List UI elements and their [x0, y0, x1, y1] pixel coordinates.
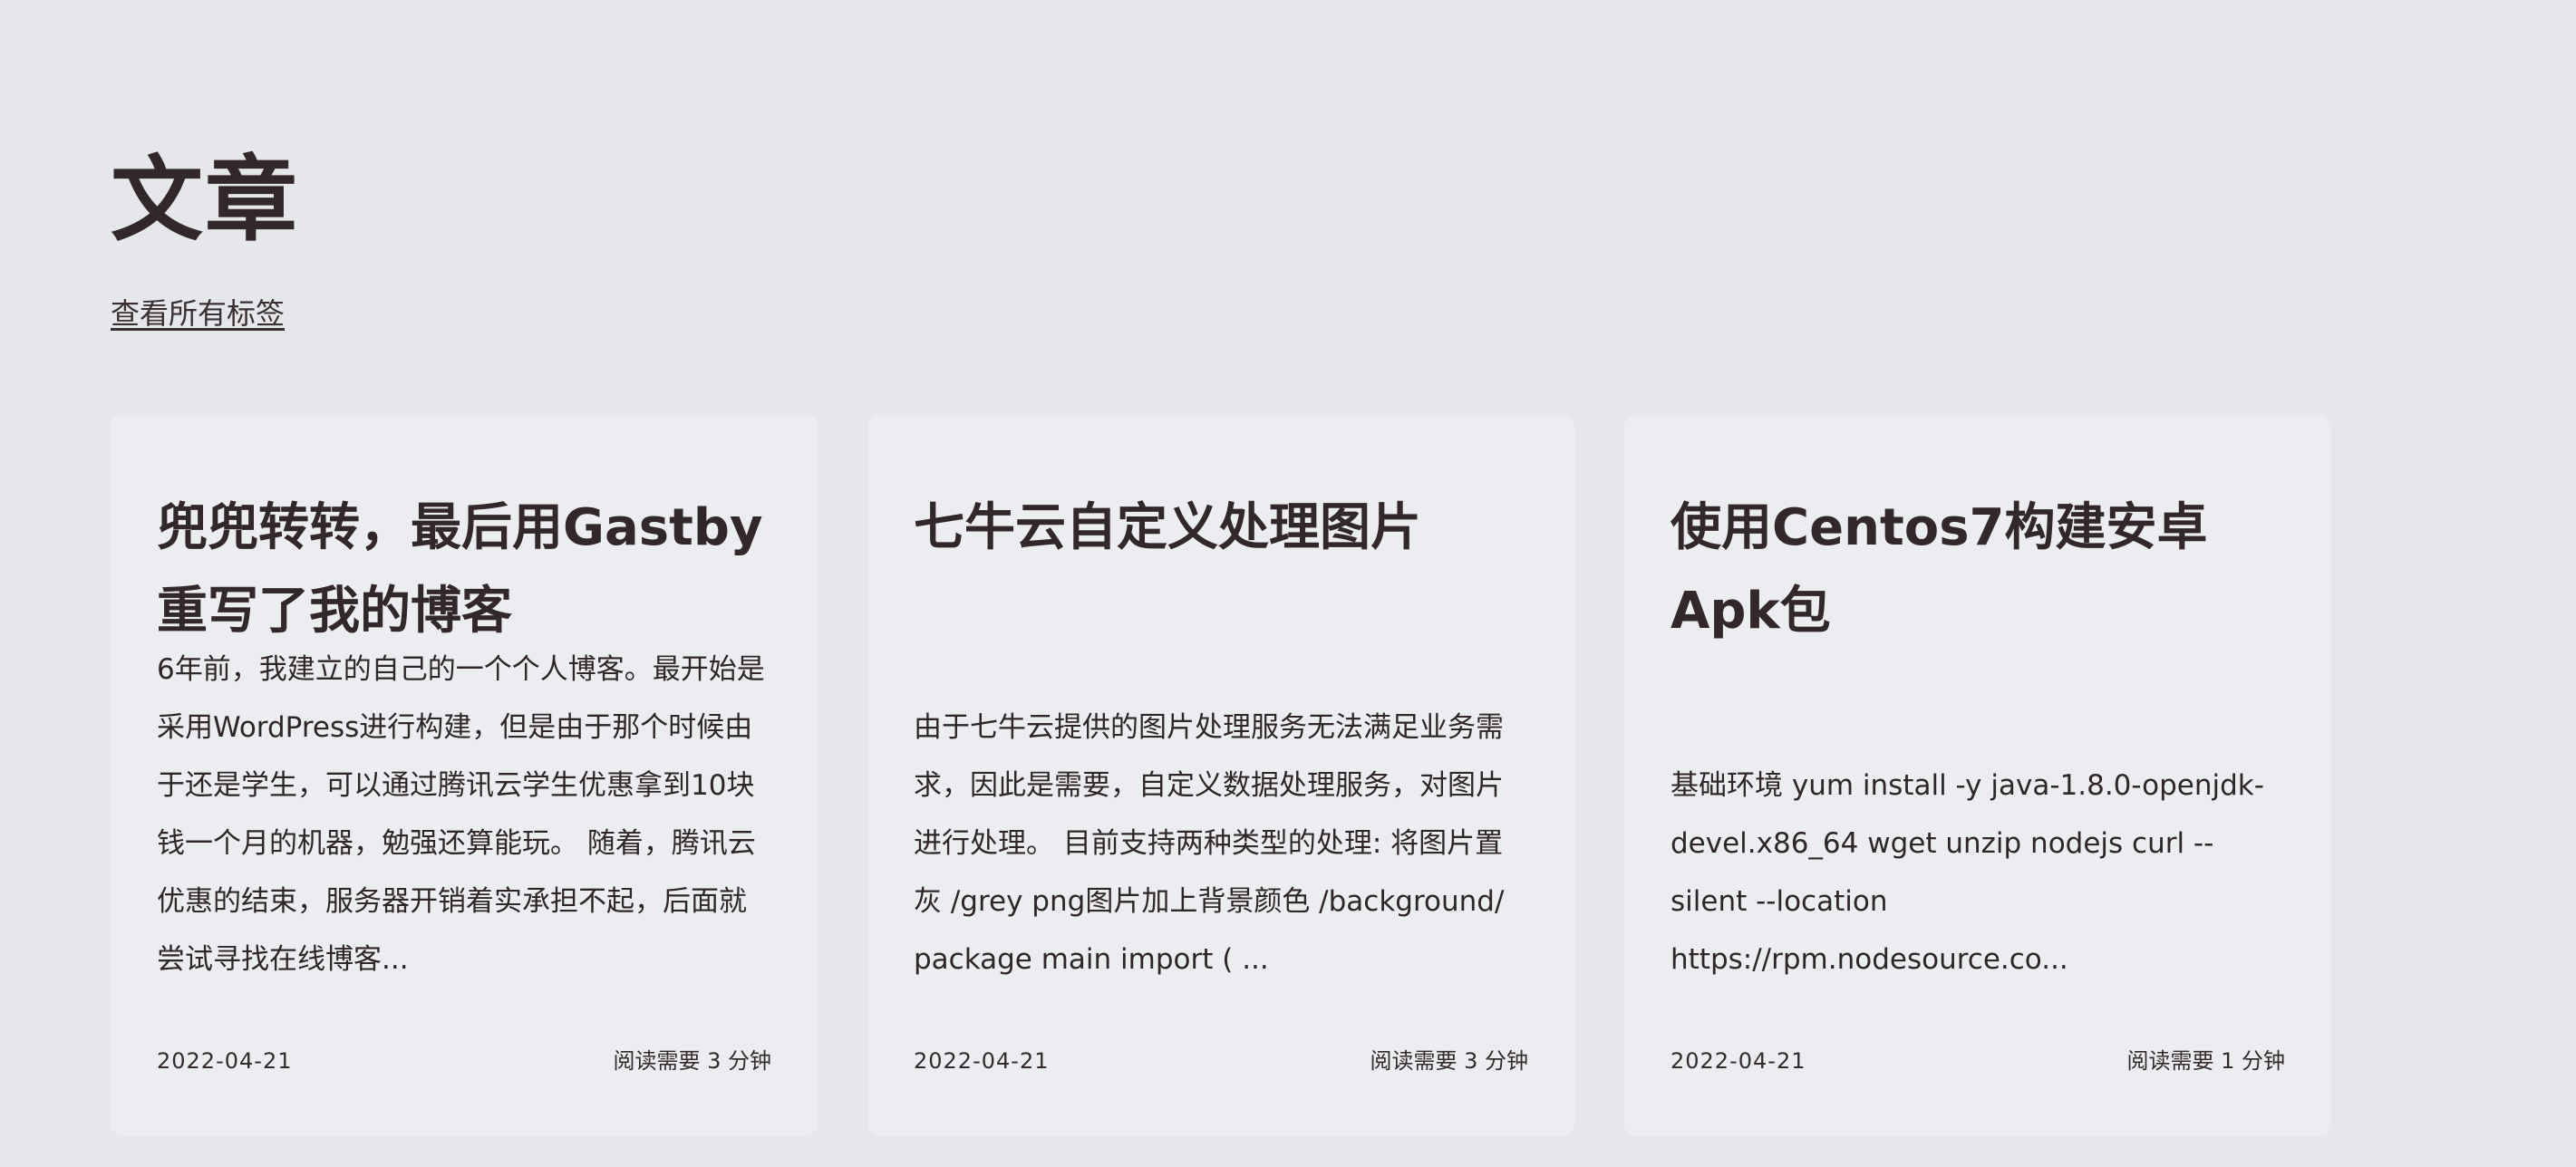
article-excerpt: 由于七牛云提供的图片处理服务无法满足业务需求，因此是需要，自定义数据处理服务，对… — [914, 711, 1505, 976]
article-read-time: 阅读需要 3 分钟 — [613, 1048, 771, 1074]
article-date: 2022-04-21 — [914, 1048, 1050, 1074]
article-card[interactable]: 兜兜转转，最后用Gastby重写了我的博客 6年前，我建立的自己的一个个人博客。… — [111, 414, 818, 1136]
article-excerpt: 6年前，我建立的自己的一个个人博客。最开始是采用WordPress进行构建，但是… — [157, 653, 765, 976]
view-all-tags-link[interactable]: 查看所有标签 — [111, 296, 285, 331]
article-card[interactable]: 七牛云自定义处理图片 由于七牛云提供的图片处理服务无法满足业务需求，因此是需要，… — [867, 414, 1574, 1136]
article-excerpt: 基础环境 yum install -y java-1.8.0-openjdk-d… — [1671, 769, 2264, 976]
article-title[interactable]: 使用Centos7构建安卓Apk包 — [1671, 487, 2285, 653]
article-card[interactable]: 使用Centos7构建安卓Apk包 基础环境 yum install -y ja… — [1624, 414, 2331, 1136]
article-title[interactable]: 七牛云自定义处理图片 — [914, 487, 1528, 570]
article-read-time: 阅读需要 3 分钟 — [1370, 1048, 1528, 1074]
articles-page: 文章 查看所有标签 兜兜转转，最后用Gastby重写了我的博客 6年前，我建立的… — [0, 0, 2576, 1167]
article-read-time: 阅读需要 1 分钟 — [2126, 1048, 2285, 1074]
article-date: 2022-04-21 — [157, 1048, 293, 1074]
article-date: 2022-04-21 — [1671, 1048, 1806, 1074]
article-title[interactable]: 兜兜转转，最后用Gastby重写了我的博客 — [157, 487, 771, 653]
page-title: 文章 — [111, 147, 299, 255]
